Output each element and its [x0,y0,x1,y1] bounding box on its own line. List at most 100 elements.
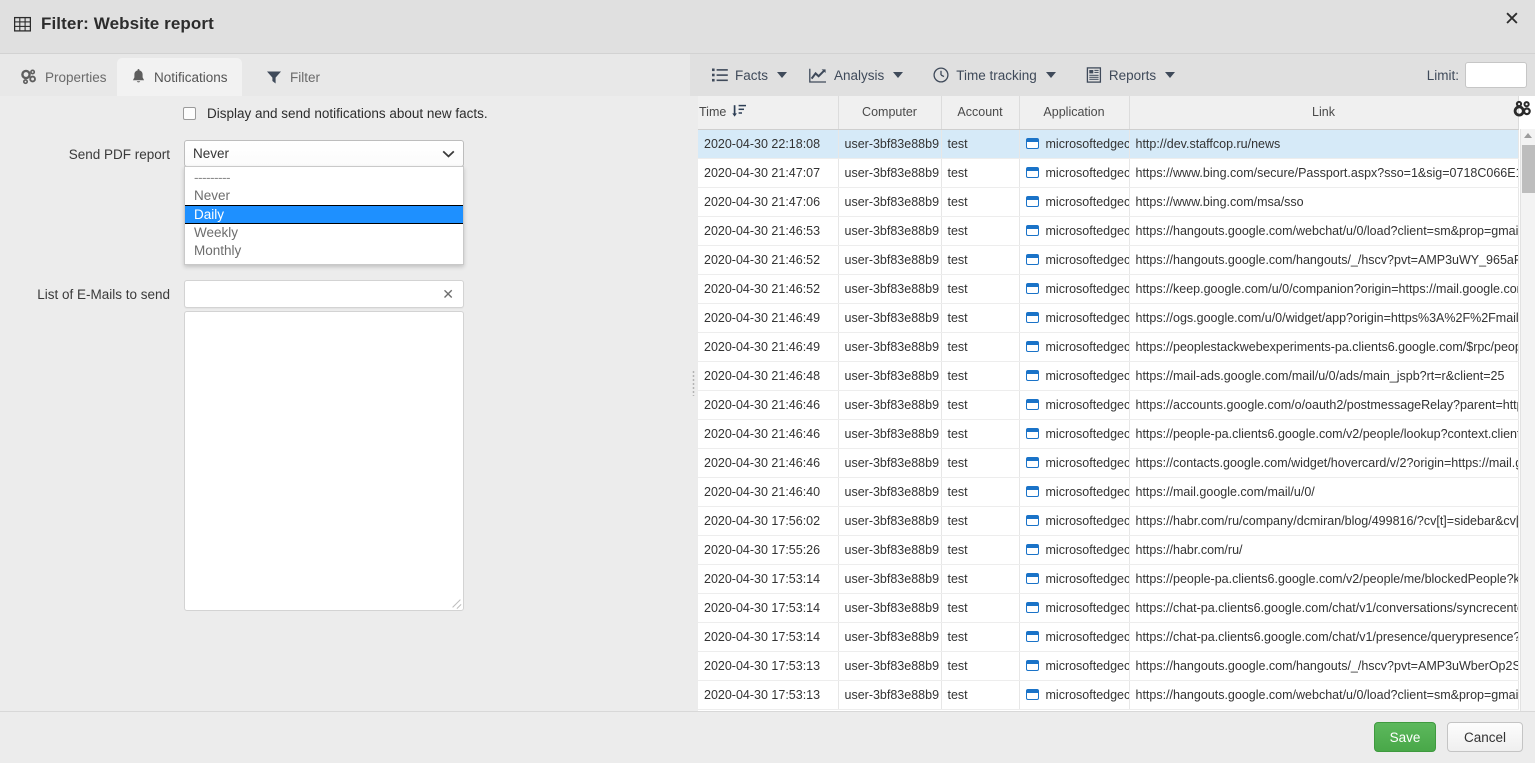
table-row[interactable]: 2020-04-30 21:46:46 user-3bf83e88b9 test mi… [698,390,1519,420]
option-weekly[interactable]: Weekly [185,224,463,242]
cell-time: 2020-04-30 21:46:46 [698,390,839,420]
send-pdf-report-options[interactable]: --------- Never Daily Weekly Monthly [184,166,464,265]
emails-list-label: List of E-Mails to send [37,287,170,302]
option-daily[interactable]: Daily [185,205,463,224]
table-row[interactable]: 2020-04-30 21:46:52 user-3bf83e88b9 test mi… [698,274,1519,304]
table-row[interactable]: 2020-04-30 21:46:49 user-3bf83e88b9 test mi… [698,332,1519,362]
send-pdf-report-select[interactable]: Never [184,140,464,167]
menu-time-tracking[interactable]: Time tracking [933,67,1056,83]
scrollbar-thumb[interactable] [1522,145,1535,193]
column-header-account[interactable]: Account [941,96,1020,130]
table-vertical-scrollbar[interactable] [1520,129,1535,711]
funnel-icon [266,70,282,85]
cell-application: microsoftedgec [1019,477,1130,507]
table-row[interactable]: 2020-04-30 17:53:14 user-3bf83e88b9 test mi… [698,564,1519,594]
cell-link: https://mail.google.com/mail/u/0/ [1129,477,1519,507]
cell-time: 2020-04-30 21:47:07 [698,158,839,188]
send-pdf-report-value: Never [193,146,230,161]
menu-reports[interactable]: Reports [1086,67,1176,83]
cell-link: https://hangouts.google.com/webchat/u/0/… [1129,680,1519,710]
dialog-title-group: Filter: Website report [14,14,214,34]
cell-time: 2020-04-30 17:53:14 [698,593,839,623]
tab-properties[interactable]: Properties [6,58,121,96]
table-settings-icon[interactable] [1512,100,1532,122]
table-row[interactable]: 2020-04-30 17:53:14 user-3bf83e88b9 test mi… [698,622,1519,652]
close-icon[interactable]: ✕ [1499,6,1525,32]
cancel-button[interactable]: Cancel [1447,722,1523,752]
scroll-up-icon[interactable] [1524,133,1532,138]
table-row[interactable]: 2020-04-30 21:46:46 user-3bf83e88b9 test mi… [698,448,1519,478]
window-icon [1025,602,1039,613]
cell-time: 2020-04-30 21:47:06 [698,187,839,217]
tab-notifications-label: Notifications [154,69,228,85]
column-header-application[interactable]: Application [1019,96,1130,130]
cell-application-label: microsoftedgec [1045,426,1129,441]
cell-application: microsoftedgec [1019,506,1130,536]
option-monthly[interactable]: Monthly [185,242,463,260]
menu-facts[interactable]: Facts [712,68,788,83]
window-icon [1025,225,1039,236]
table-row[interactable]: 2020-04-30 17:53:13 user-3bf83e88b9 test mi… [698,680,1519,710]
tab-filter[interactable]: Filter [252,58,334,96]
cell-account: test [941,129,1020,159]
table-row[interactable]: 2020-04-30 21:46:49 user-3bf83e88b9 test mi… [698,303,1519,333]
cell-link: https://hangouts.google.com/hangouts/_/h… [1129,651,1519,681]
display-notifications-checkbox[interactable] [183,107,196,120]
emails-input[interactable]: ✕ [184,280,464,308]
cell-time: 2020-04-30 17:56:02 [698,506,839,536]
sort-desc-icon[interactable] [732,103,747,121]
close-icon[interactable]: ✕ [442,286,454,303]
window-icon [1025,196,1039,207]
column-header-computer[interactable]: Computer [838,96,942,130]
save-button[interactable]: Save [1374,722,1436,752]
emails-textarea[interactable] [184,311,464,611]
cell-link: https://chat-pa.clients6.google.com/chat… [1129,622,1519,652]
cell-application-label: microsoftedgec [1045,455,1129,470]
table-row[interactable]: 2020-04-30 21:46:48 user-3bf83e88b9 test mi… [698,361,1519,391]
cell-application-label: microsoftedgec [1045,513,1129,528]
tab-notifications[interactable]: Notifications [117,58,242,96]
cell-account: test [941,564,1020,594]
table-row[interactable]: 2020-04-30 17:53:14 user-3bf83e88b9 test mi… [698,593,1519,623]
table-row[interactable]: 2020-04-30 21:46:46 user-3bf83e88b9 test mi… [698,419,1519,449]
table-row[interactable]: 2020-04-30 22:18:08 user-3bf83e88b9 test mi… [698,129,1519,159]
cell-link: https://mail-ads.google.com/mail/u/0/ads… [1129,361,1519,391]
cell-account: test [941,216,1020,246]
cell-application: microsoftedgec [1019,419,1130,449]
window-icon [1025,399,1039,410]
notifications-form: Display and send notifications about new… [0,96,690,711]
table-row[interactable]: 2020-04-30 17:55:26 user-3bf83e88b9 test mi… [698,535,1519,565]
table-row[interactable]: 2020-04-30 21:46:53 user-3bf83e88b9 test mi… [698,216,1519,246]
column-header-link[interactable]: Link [1129,96,1519,130]
table-row[interactable]: 2020-04-30 17:53:13 user-3bf83e88b9 test mi… [698,651,1519,681]
menu-analysis[interactable]: Analysis [809,67,904,83]
table-row[interactable]: 2020-04-30 21:46:40 user-3bf83e88b9 test mi… [698,477,1519,507]
cell-application-label: microsoftedgec [1045,194,1129,209]
menu-analysis-label: Analysis [834,67,885,83]
window-icon [1025,138,1039,149]
option-separator[interactable]: --------- [185,169,463,187]
chevron-down-icon [893,72,904,78]
resize-handle[interactable] [450,597,461,608]
menu-time-tracking-label: Time tracking [956,67,1037,83]
cell-link: https://people-pa.clients6.google.com/v2… [1129,419,1519,449]
table-row[interactable]: 2020-04-30 17:56:02 user-3bf83e88b9 test mi… [698,506,1519,536]
column-header-time-label: Time [699,105,727,120]
table-row[interactable]: 2020-04-30 21:47:07 user-3bf83e88b9 test mi… [698,158,1519,188]
cell-application-label: microsoftedgec [1045,397,1129,412]
panel-splitter[interactable] [690,96,698,711]
cell-link: https://www.bing.com/msa/sso [1129,187,1519,217]
cell-application: microsoftedgec [1019,448,1130,478]
column-header-time[interactable]: Time [698,96,839,130]
limit-input[interactable] [1465,62,1527,88]
cell-time: 2020-04-30 22:18:08 [698,129,839,159]
cell-account: test [941,651,1020,681]
cell-link: https://peoplestackwebexperiments-pa.cli… [1129,332,1519,362]
cell-account: test [941,680,1020,710]
option-never[interactable]: Never [185,187,463,205]
window-icon [1025,457,1039,468]
cell-application: microsoftedgec [1019,390,1130,420]
cell-computer: user-3bf83e88b9 [838,651,942,681]
table-row[interactable]: 2020-04-30 21:46:52 user-3bf83e88b9 test mi… [698,245,1519,275]
table-row[interactable]: 2020-04-30 21:47:06 user-3bf83e88b9 test mi… [698,187,1519,217]
